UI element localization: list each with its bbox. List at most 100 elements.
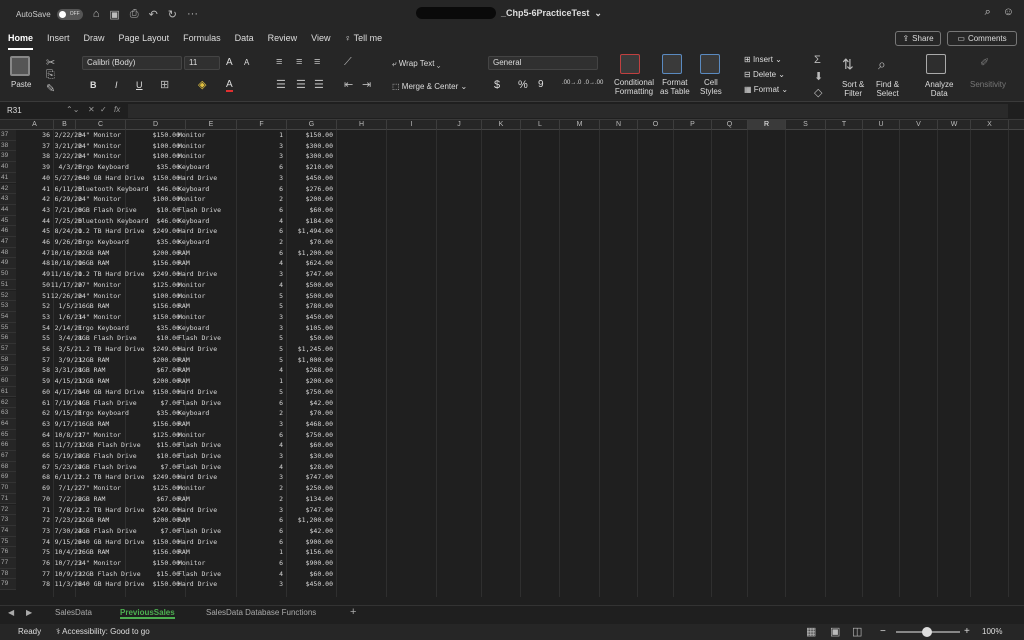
column-header-u[interactable]: U [863,120,900,130]
align-middle-icon[interactable]: ≡ [296,56,302,68]
column-header-g[interactable]: G [287,120,337,130]
cell-d[interactable]: $200.00 [112,376,180,387]
cell-e[interactable]: Hard Drive [178,472,242,483]
cell-e[interactable]: RAM [178,301,242,312]
row-number[interactable]: 59 [0,365,16,377]
cell-g[interactable]: $60.00 [281,440,333,451]
cell-d[interactable]: $156.00 [112,301,180,312]
cell-b[interactable]: 4/3/20 [46,162,82,173]
cell-e[interactable]: Keyboard [178,216,242,227]
cell-f[interactable]: 6 [239,184,283,195]
cell-d[interactable]: $10.00 [112,333,180,344]
row-number[interactable]: 47 [0,237,16,248]
cell-b[interactable]: 3/21/20 [46,141,82,152]
cell-styles-icon[interactable] [700,54,720,74]
sheet-tab-previoussales[interactable]: PreviousSales [120,608,175,619]
cell-e[interactable]: RAM [178,376,242,387]
cell-f[interactable]: 3 [239,173,283,184]
row-number[interactable]: 72 [0,504,16,516]
cell-b[interactable]: 10/16/20 [46,248,82,259]
cell-d[interactable]: $150.00 [112,173,180,184]
column-header-o[interactable]: O [638,120,674,130]
cell-g[interactable]: $200.00 [281,376,333,387]
cell-g[interactable]: $780.00 [281,301,333,312]
cell-b[interactable]: 8/24/20 [46,226,82,237]
cell-f[interactable]: 3 [239,141,283,152]
cell-f[interactable]: 3 [239,312,283,323]
column-header-s[interactable]: S [786,120,826,130]
cell-g[interactable]: $1,200.00 [281,515,333,526]
tab-home[interactable]: Home [8,28,34,50]
cancel-icon[interactable]: ✕ [88,105,95,114]
cell-b[interactable]: 9/26/20 [46,237,82,248]
cell-g[interactable]: $750.00 [281,430,333,441]
cell-f[interactable]: 5 [239,291,283,302]
cell-e[interactable]: Hard Drive [178,505,242,516]
cell-f[interactable]: 2 [239,483,283,494]
cell-g[interactable]: $50.00 [281,333,333,344]
row-number[interactable]: 73 [0,515,16,526]
cell-d[interactable]: $150.00 [112,312,180,323]
cell-g[interactable]: $60.00 [281,205,333,216]
cell-b[interactable]: 7/1/22 [46,483,82,494]
cell-f[interactable]: 4 [239,280,283,291]
font-name-select[interactable]: Calibri (Body) [82,56,182,70]
row-number[interactable]: 68 [0,461,16,473]
cell-d[interactable]: $100.00 [112,141,180,152]
cell-b[interactable]: 5/27/20 [46,173,82,184]
bold-button[interactable]: B [90,80,97,90]
cell-d[interactable]: $125.00 [112,430,180,441]
row-number[interactable]: 44 [0,204,16,216]
row-number[interactable]: 63 [0,408,16,419]
cell-g[interactable]: $300.00 [281,151,333,162]
cell-g[interactable]: $184.00 [281,216,333,227]
align-left-icon[interactable]: ☰ [276,78,286,91]
formula-input[interactable] [128,104,1008,118]
cell-d[interactable]: $46.00 [112,184,180,195]
cell-d[interactable]: $249.00 [112,505,180,516]
cell-b[interactable]: 9/17/21 [46,419,82,430]
cell-d[interactable]: $100.00 [112,291,180,302]
wrap-text-button[interactable]: ⤶ Wrap Text ⌄ [392,59,440,69]
cell-f[interactable]: 3 [239,419,283,430]
cell-e[interactable]: Monitor [178,141,242,152]
percent-button[interactable]: % [518,79,528,91]
cell-f[interactable]: 4 [239,569,283,580]
cell-g[interactable]: $747.00 [281,472,333,483]
row-number[interactable]: 52 [0,290,16,302]
cell-e[interactable]: Hard Drive [178,387,242,398]
cell-e[interactable]: Monitor [178,151,242,162]
cell-b[interactable]: 11/7/21 [46,440,82,451]
tab-data[interactable]: Data [235,28,254,50]
tab-draw[interactable]: Draw [84,28,105,50]
tab-page-layout[interactable]: Page Layout [119,28,170,50]
cell-b[interactable]: 4/17/21 [46,387,82,398]
cell-e[interactable]: RAM [178,365,242,376]
row-number[interactable]: 56 [0,333,16,344]
cell-e[interactable]: Monitor [178,130,242,141]
page-layout-view-icon[interactable]: ▣ [830,625,840,638]
cell-g[interactable]: $60.00 [281,569,333,580]
cell-d[interactable]: $15.00 [112,440,180,451]
cell-g[interactable]: $450.00 [281,579,333,590]
cell-b[interactable]: 3/31/21 [46,365,82,376]
fx-label[interactable]: fx [114,105,120,114]
cell-e[interactable]: Hard Drive [178,344,242,355]
decrease-indent-icon[interactable]: ⇤ [344,78,353,91]
cell-b[interactable]: 7/19/21 [46,398,82,409]
cell-g[interactable]: $900.00 [281,537,333,548]
cell-d[interactable]: $156.00 [112,419,180,430]
namebox-chevron-icon[interactable]: ⌃⌄ [66,105,79,114]
format-cells-button[interactable]: ▦ Format ⌄ [744,85,788,94]
row-number[interactable]: 61 [0,386,16,398]
column-header-j[interactable]: J [437,120,482,130]
cell-d[interactable]: $35.00 [112,237,180,248]
cell-f[interactable]: 4 [239,462,283,473]
cell-d[interactable]: $35.00 [112,408,180,419]
cell-b[interactable]: 11/3/22 [46,579,82,590]
sort-filter-button[interactable]: Sort & Filter [842,80,864,98]
increase-indent-icon[interactable]: ⇥ [362,78,371,91]
row-number[interactable]: 41 [0,172,16,184]
column-header-b[interactable]: B [54,120,76,130]
cell-g[interactable]: $747.00 [281,505,333,516]
